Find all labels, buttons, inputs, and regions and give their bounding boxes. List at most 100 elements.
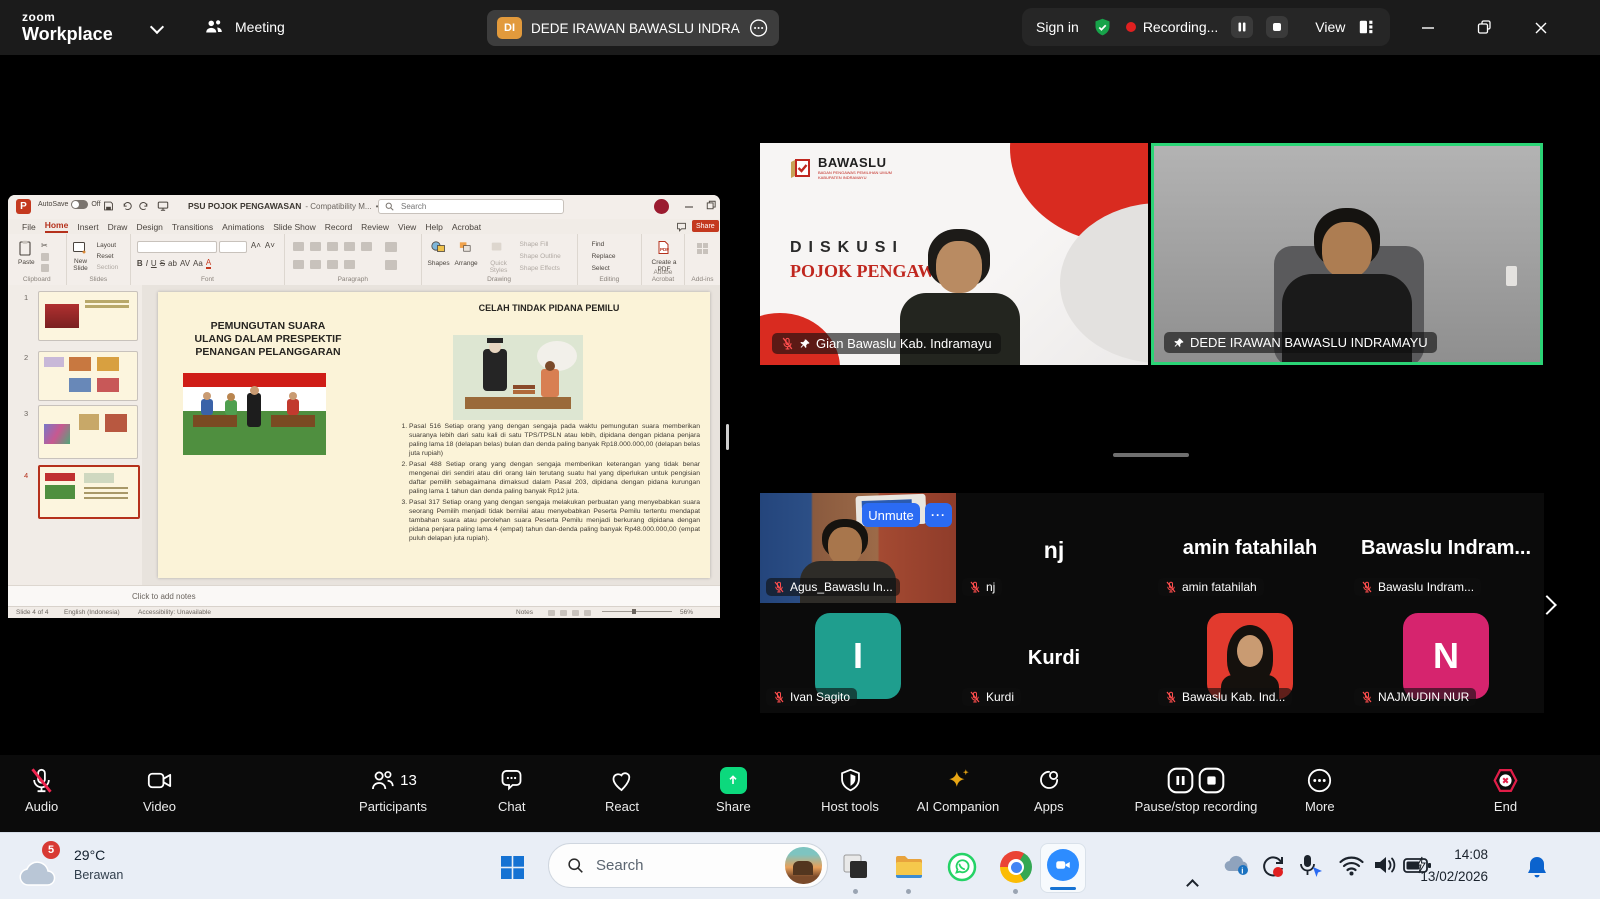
volume-tray-icon[interactable] bbox=[1372, 853, 1398, 877]
menu-acrobat[interactable]: Acrobat bbox=[452, 222, 481, 232]
align-right-icon[interactable] bbox=[327, 260, 338, 269]
menu-record[interactable]: Record bbox=[325, 222, 352, 232]
menu-animations[interactable]: Animations bbox=[222, 222, 264, 232]
menu-review[interactable]: Review bbox=[361, 222, 389, 232]
shape-outline-button[interactable]: Shape Outline bbox=[520, 253, 561, 260]
font-color-button[interactable]: A bbox=[205, 258, 212, 269]
comments-icon[interactable] bbox=[676, 221, 687, 232]
paste-label[interactable]: Paste bbox=[18, 259, 35, 266]
indent-increase-icon[interactable] bbox=[344, 242, 355, 251]
menu-home[interactable]: Home bbox=[44, 220, 69, 233]
panel-resize-handle[interactable] bbox=[726, 424, 729, 450]
justify-icon[interactable] bbox=[344, 260, 355, 269]
cut-icon[interactable]: ✂ bbox=[41, 241, 48, 250]
taskbar-clock[interactable]: 14:08 13/02/2026 bbox=[1420, 844, 1488, 887]
notification-bell-icon[interactable] bbox=[1526, 855, 1548, 879]
arrange-label[interactable]: Arrange bbox=[455, 260, 478, 267]
wifi-tray-icon[interactable] bbox=[1338, 853, 1365, 877]
window-close-button[interactable] bbox=[1518, 0, 1564, 55]
video-tile-dede-active-speaker[interactable]: DEDE IRAWAN BAWASLU INDRAMAYU bbox=[1151, 143, 1543, 365]
menu-help[interactable]: Help bbox=[425, 222, 442, 232]
shapes-label[interactable]: Shapes bbox=[428, 260, 450, 267]
participant-tile-bawaslu-indram[interactable]: Bawaslu Indram... Bawaslu Indram... bbox=[1348, 493, 1544, 603]
language-indicator[interactable]: English (Indonesia) bbox=[64, 609, 120, 616]
meeting-title-pill[interactable]: DI DEDE IRAWAN BAWASLU INDRA bbox=[487, 10, 779, 46]
zoom-slider[interactable] bbox=[602, 611, 672, 612]
present-icon[interactable] bbox=[157, 200, 169, 212]
italic-button[interactable]: I bbox=[146, 259, 148, 268]
participants-button[interactable]: 13 Participants bbox=[343, 766, 443, 814]
taskbar-chrome[interactable] bbox=[998, 849, 1034, 885]
normal-view-icon[interactable] bbox=[548, 610, 555, 616]
quick-styles-label[interactable]: Quick Styles bbox=[484, 260, 514, 274]
copy-icon[interactable] bbox=[41, 253, 49, 261]
host-tools-button[interactable]: Host tools bbox=[805, 766, 895, 814]
convert-smartart-icon[interactable] bbox=[385, 260, 397, 270]
tray-hidden-icons-chevron[interactable] bbox=[1186, 879, 1199, 892]
increase-font-icon[interactable]: A˄ bbox=[251, 241, 261, 250]
shape-fill-button[interactable]: Shape Fill bbox=[520, 241, 549, 248]
taskbar-file-explorer[interactable] bbox=[891, 849, 927, 885]
redo-icon[interactable] bbox=[139, 200, 150, 212]
indent-decrease-icon[interactable] bbox=[327, 242, 338, 251]
onedrive-tray-icon[interactable]: i bbox=[1222, 853, 1250, 877]
shadow-button[interactable]: ab bbox=[168, 259, 177, 268]
view-button[interactable]: View bbox=[1315, 19, 1345, 35]
taskbar-zoom-active[interactable] bbox=[1040, 843, 1086, 893]
ppt-restore-icon[interactable] bbox=[706, 200, 716, 210]
ppt-notes-area[interactable]: Click to add notes bbox=[8, 585, 720, 607]
participant-tile-agus[interactable]: Unmute ··· Agus_Bawaslu In... bbox=[760, 493, 956, 603]
char-spacing-button[interactable]: AV bbox=[180, 259, 190, 268]
bullets-icon[interactable] bbox=[293, 242, 304, 251]
zoom-slider-handle[interactable] bbox=[632, 609, 636, 614]
quick-styles-icon[interactable] bbox=[490, 240, 504, 254]
video-button[interactable]: Video bbox=[143, 766, 176, 814]
view-layout-icon[interactable] bbox=[1358, 18, 1376, 36]
shapes-icon[interactable] bbox=[430, 240, 446, 254]
unmute-button[interactable]: Unmute bbox=[862, 503, 920, 527]
participant-tile-najmudin[interactable]: N NAJMUDIN NUR bbox=[1348, 603, 1544, 713]
reset-button[interactable]: Reset bbox=[97, 253, 114, 260]
slide-thumbnail-2[interactable] bbox=[38, 351, 138, 401]
participant-tile-amin[interactable]: amin fatahilah amin fatahilah bbox=[1152, 493, 1348, 603]
window-minimize-button[interactable] bbox=[1405, 0, 1451, 55]
taskbar-whatsapp[interactable] bbox=[944, 849, 980, 885]
ppt-share-button[interactable]: Share bbox=[692, 220, 719, 232]
strikethrough-button[interactable]: S bbox=[160, 259, 165, 268]
sign-in-button[interactable]: Sign in bbox=[1036, 19, 1079, 35]
react-button[interactable]: React bbox=[605, 766, 639, 814]
change-case-button[interactable]: Aa bbox=[193, 259, 203, 268]
security-shield-icon[interactable] bbox=[1092, 17, 1113, 38]
select-button[interactable]: Select bbox=[592, 265, 610, 272]
taskbar-search-input[interactable] bbox=[594, 856, 758, 875]
ppt-minimize-icon[interactable] bbox=[684, 203, 694, 211]
replace-button[interactable]: Replace bbox=[592, 253, 616, 260]
participant-tile-ivan[interactable]: I Ivan Sagito bbox=[760, 603, 956, 713]
notes-toggle[interactable]: Notes bbox=[516, 609, 533, 616]
chat-button[interactable]: Chat bbox=[498, 766, 525, 814]
ai-companion-button[interactable]: AI Companion bbox=[899, 766, 1017, 814]
recording-stop-button[interactable] bbox=[1266, 16, 1289, 38]
window-restore-button[interactable] bbox=[1461, 0, 1507, 55]
bold-button[interactable]: B bbox=[137, 259, 143, 268]
menu-file[interactable]: File bbox=[22, 222, 36, 232]
numbering-icon[interactable] bbox=[310, 242, 321, 251]
menu-draw[interactable]: Draw bbox=[108, 222, 128, 232]
participant-more-button[interactable]: ··· bbox=[925, 503, 952, 527]
end-button[interactable]: End bbox=[1492, 766, 1519, 814]
weather-widget[interactable]: 5 29°C Berawan bbox=[14, 839, 123, 891]
workspace-chevron-down-icon[interactable] bbox=[149, 19, 165, 35]
autosave-toggle[interactable]: AutoSave Off bbox=[38, 200, 101, 209]
line-spacing-icon[interactable] bbox=[361, 242, 372, 251]
ppt-account-avatar[interactable] bbox=[654, 199, 669, 214]
share-button[interactable]: Share bbox=[716, 766, 751, 814]
taskbar-app-window[interactable] bbox=[838, 849, 874, 885]
start-button[interactable] bbox=[494, 849, 530, 885]
slide-thumbnail-3[interactable] bbox=[38, 405, 138, 459]
participant-tile-nj[interactable]: nj nj bbox=[956, 493, 1152, 603]
meeting-more-icon[interactable] bbox=[748, 17, 769, 39]
shape-effects-button[interactable]: Shape Effects bbox=[520, 265, 560, 272]
audio-button[interactable]: Audio bbox=[25, 766, 58, 814]
slide-thumbnail-1[interactable] bbox=[38, 291, 138, 341]
video-tile-gian[interactable]: BAWASLU BADAN PENGAWAS PEMILIHAN UMUM KA… bbox=[760, 143, 1148, 365]
